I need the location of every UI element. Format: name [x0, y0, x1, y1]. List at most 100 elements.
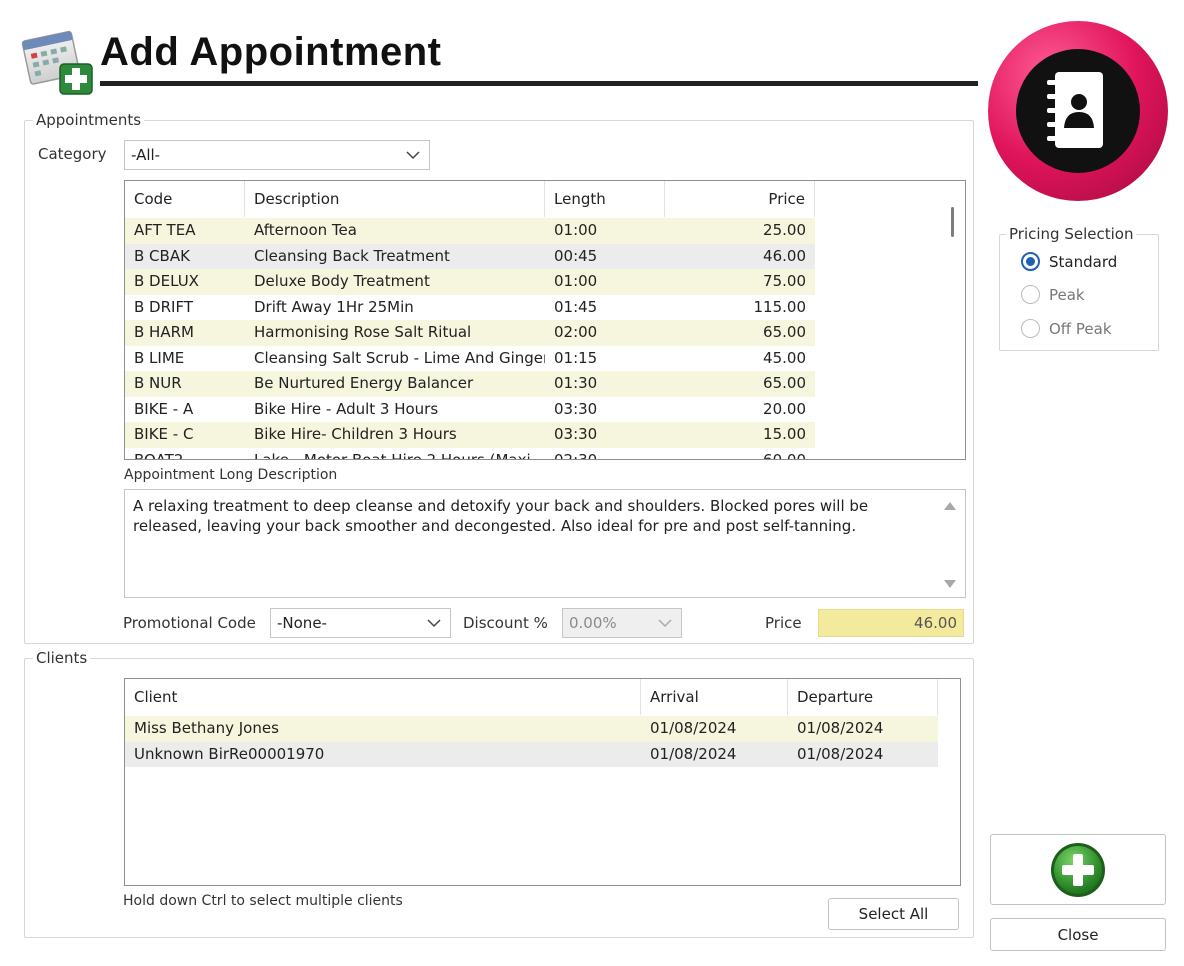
table-row[interactable]: BOAT2 Lake - Motor Boat Hire 2 Hours (Max… — [125, 448, 815, 460]
col-departure[interactable]: Departure — [788, 679, 938, 715]
contact-book-icon — [1047, 72, 1103, 148]
title-divider — [100, 81, 978, 86]
category-dropdown[interactable]: -All- — [124, 140, 430, 170]
radio-peak[interactable]: Peak — [1021, 285, 1085, 304]
price-cell: 15.00 — [763, 425, 806, 443]
scroll-thumb[interactable] — [951, 207, 954, 237]
price-cell: 45.00 — [763, 348, 806, 367]
table-row[interactable]: B DRIFT Drift Away 1Hr 25Min 01:45 115.00 — [125, 295, 815, 321]
table-row[interactable]: B HARM Harmonising Rose Salt Ritual 02:00 6… — [125, 320, 815, 346]
table-row[interactable]: B NUR Be Nurtured Energy Balancer 01:30 65.… — [125, 371, 815, 397]
length-cell: 03:30 — [554, 399, 598, 418]
code-cell: AFT TEA — [134, 221, 196, 239]
description-cell: Bike Hire - Adult 3 Hours — [254, 399, 439, 418]
discount-dropdown[interactable]: 0.00% — [562, 608, 682, 638]
col-client[interactable]: Client — [125, 679, 641, 715]
table-row[interactable]: Unknown BirRe00001970 01/08/2024 01/08/202… — [125, 741, 938, 767]
promo-code-value: -None- — [277, 614, 327, 632]
price-field: 46.00 — [818, 609, 964, 637]
table-row[interactable]: BIKE - C Bike Hire- Children 3 Hours 03:30… — [125, 422, 815, 448]
client-cell: Unknown BirRe00001970 — [134, 744, 325, 763]
price-cell: 60.00 — [763, 450, 806, 460]
radio-off-peak[interactable]: Off Peak — [1021, 319, 1112, 338]
code-cell: B DRIFT — [134, 297, 193, 316]
table-row[interactable]: B LIME Cleansing Salt Scrub - Lime And Gi… — [125, 346, 815, 372]
code-cell: BOAT2 — [134, 450, 184, 460]
radio-peak-label: Peak — [1049, 285, 1085, 304]
length-cell: 01:30 — [554, 374, 598, 392]
col-code[interactable]: Code — [125, 181, 245, 217]
length-cell: 01:15 — [554, 348, 598, 367]
radio-standard-label: Standard — [1049, 252, 1118, 271]
contact-book-logo — [987, 20, 1169, 202]
arrival-cell: 01/08/2024 — [650, 719, 737, 737]
appointments-legend: Appointments — [33, 111, 145, 129]
grid-body: AFT TEA Afternoon Tea 01:00 25.00 B CBAK Clea… — [125, 218, 815, 460]
scroll-up-icon[interactable] — [944, 502, 956, 510]
length-cell: 01:00 — [554, 272, 598, 290]
code-cell: B LIME — [134, 348, 185, 367]
radio-peak-indicator[interactable] — [1021, 285, 1040, 304]
description-cell: Harmonising Rose Salt Ritual — [254, 323, 472, 341]
select-all-button[interactable]: Select All — [828, 898, 959, 930]
price-cell: 75.00 — [763, 272, 806, 290]
price-label: Price — [765, 614, 802, 632]
radio-standard[interactable]: Standard — [1021, 252, 1117, 271]
departure-cell: 01/08/2024 — [797, 744, 884, 763]
discount-value: 0.00% — [569, 614, 617, 632]
pricing-selection-legend: Pricing Selection — [1006, 225, 1137, 243]
chevron-down-icon — [658, 619, 672, 628]
clients-legend: Clients — [33, 649, 91, 667]
appointments-grid[interactable]: Code Description Length Price AFT TEA Aft… — [124, 180, 966, 460]
description-cell: Bike Hire- Children 3 Hours — [254, 425, 457, 443]
chevron-down-icon — [406, 151, 420, 160]
green-plus-icon — [1051, 842, 1105, 897]
col-length[interactable]: Length — [545, 181, 665, 217]
col-description[interactable]: Description — [245, 181, 545, 217]
page-title: Add Appointment — [100, 30, 442, 74]
long-description-textarea[interactable]: A relaxing treatment to deep cleanse and… — [124, 489, 966, 598]
multi-select-hint: Hold down Ctrl to select multiple client… — [123, 893, 403, 909]
clients-grid-header: Client Arrival Departure — [125, 679, 938, 715]
clients-grid[interactable]: Client Arrival Departure Miss Bethany Jo… — [124, 678, 961, 886]
price-cell: 65.00 — [763, 323, 806, 341]
table-row[interactable]: B DELUX Deluxe Body Treatment 01:00 75.00 — [125, 269, 815, 295]
col-arrival[interactable]: Arrival — [641, 679, 788, 715]
chevron-down-icon — [427, 619, 441, 628]
description-cell: Be Nurtured Energy Balancer — [254, 374, 474, 392]
description-cell: Afternoon Tea — [254, 221, 357, 239]
length-cell: 00:45 — [554, 246, 598, 265]
clients-grid-body: Miss Bethany Jones 01/08/2024 01/08/2024 Un… — [125, 716, 938, 767]
price-cell: 25.00 — [763, 221, 806, 239]
radio-standard-indicator[interactable] — [1021, 252, 1040, 271]
grid-header: Code Description Length Price — [125, 181, 815, 217]
long-description-label: Appointment Long Description — [124, 467, 338, 483]
promo-code-label: Promotional Code — [123, 614, 256, 632]
table-row[interactable]: AFT TEA Afternoon Tea 01:00 25.00 — [125, 218, 815, 244]
price-cell: 46.00 — [763, 246, 806, 265]
close-button[interactable]: Close — [990, 918, 1166, 951]
code-cell: BIKE - A — [134, 399, 194, 418]
grid-scrollbar[interactable] — [945, 201, 961, 451]
category-label: Category — [38, 145, 107, 163]
radio-off-peak-indicator[interactable] — [1021, 319, 1040, 338]
table-row[interactable]: B CBAK Cleansing Back Treatment 00:45 46.00 — [125, 243, 815, 269]
col-price[interactable]: Price — [665, 181, 815, 217]
code-cell: B CBAK — [134, 246, 190, 265]
promo-code-dropdown[interactable]: -None- — [270, 608, 451, 638]
length-cell: 01:00 — [554, 221, 598, 239]
category-value: -All- — [131, 146, 161, 164]
table-row[interactable]: Miss Bethany Jones 01/08/2024 01/08/2024 — [125, 716, 938, 742]
add-appointment-button[interactable] — [990, 834, 1166, 905]
client-cell: Miss Bethany Jones — [134, 719, 279, 737]
price-cell: 20.00 — [763, 399, 806, 418]
length-cell: 02:00 — [554, 323, 598, 341]
length-cell: 01:45 — [554, 297, 598, 316]
scroll-down-icon[interactable] — [944, 580, 956, 588]
length-cell: 02:30 — [554, 450, 598, 460]
table-row[interactable]: BIKE - A Bike Hire - Adult 3 Hours 03:30 20… — [125, 397, 815, 423]
description-cell: Cleansing Back Treatment — [254, 246, 450, 265]
radio-off-peak-label: Off Peak — [1049, 319, 1112, 338]
calendar-add-icon — [20, 26, 94, 96]
long-description-text: A relaxing treatment to deep cleanse and… — [133, 497, 869, 535]
